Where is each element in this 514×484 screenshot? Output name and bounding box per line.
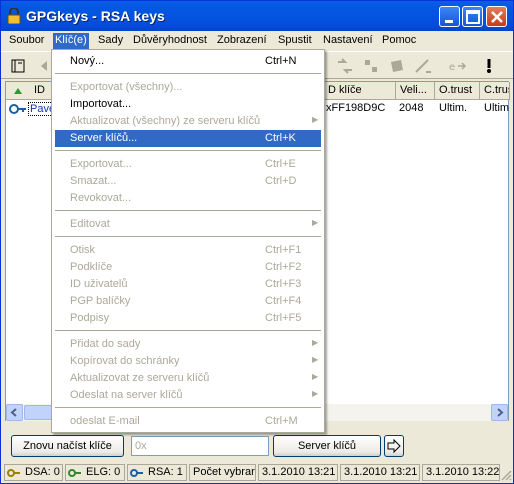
menu-item-send-email[interactable]: odeslat E-mail Ctrl+M <box>55 413 321 430</box>
submenu-arrow-icon: ▶ <box>312 338 319 347</box>
window-title: GPGkeys - RSA keys <box>26 8 165 24</box>
menu-separator <box>55 150 321 151</box>
keyserver-search-input[interactable]: 0x <box>131 436 269 456</box>
menu-item-revoke[interactable]: Revokovat... <box>55 190 321 207</box>
export-arrow-icon[interactable]: e <box>447 56 467 76</box>
menu-item-delete[interactable]: Smazat... Ctrl+D <box>55 173 321 190</box>
menu-item-subkeys[interactable]: Podklíče Ctrl+F2 <box>55 259 321 276</box>
menu-item-signatures[interactable]: Podpisy Ctrl+F5 <box>55 310 321 327</box>
key-properties-icon[interactable] <box>9 56 29 76</box>
go-button[interactable] <box>384 435 404 457</box>
minimize-icon <box>445 20 453 23</box>
submenu-arrow-icon: ▶ <box>312 372 319 381</box>
arrow-right-icon <box>387 438 401 454</box>
submenu-arrow-icon: ▶ <box>312 218 319 227</box>
edit-icon[interactable] <box>413 56 433 76</box>
reload-keys-button[interactable]: Znovu načíst klíče <box>11 435 124 457</box>
menu-item-send-to-server[interactable]: Odeslat na server klíčů ▶ <box>55 387 321 404</box>
menu-item-update-from-server[interactable]: Aktualizovat ze serveru klíčů ▶ <box>55 370 321 387</box>
column-header-size[interactable]: Veli... <box>396 82 435 100</box>
menu-item-pgp-packets[interactable]: PGP balíčky Ctrl+F4 <box>55 293 321 310</box>
arrow-right-icon <box>497 408 504 417</box>
menu-item-edit[interactable]: Editovat ▶ <box>55 216 321 233</box>
submenu-arrow-icon: ▶ <box>312 115 319 124</box>
key-icon <box>7 469 20 477</box>
menu-file[interactable]: Soubor <box>9 33 44 49</box>
column-header-owner-trust[interactable]: O.trust <box>435 82 480 100</box>
resize-grip-icon[interactable] <box>500 469 512 481</box>
close-icon <box>491 11 503 23</box>
sign-key-icon[interactable] <box>361 56 381 76</box>
menu-separator <box>55 236 321 237</box>
menu-item-export[interactable]: Exportovat... Ctrl+E <box>55 156 321 173</box>
column-header-id[interactable]: ID <box>6 82 52 100</box>
menu-item-export-all[interactable]: Exportovat (všechny)... <box>55 79 321 96</box>
svg-text:e: e <box>449 62 455 73</box>
arrow-left-icon <box>10 408 17 417</box>
key-card-icon[interactable] <box>387 56 407 76</box>
menu-bar: Soubor Klíč(e) Sady Důvěryhodnost Zobraz… <box>1 31 513 50</box>
menu-settings[interactable]: Nastavení <box>323 33 373 49</box>
lock-icon <box>7 8 21 24</box>
column-header-keyid[interactable]: D klíče <box>324 82 396 100</box>
maximize-button[interactable] <box>462 6 483 27</box>
keyserver-button[interactable]: Server klíčů <box>273 435 381 457</box>
menu-keys[interactable]: Klíč(e) <box>53 33 89 49</box>
row-size: 2048 <box>399 102 424 114</box>
refresh-keys-icon[interactable] <box>335 56 355 76</box>
row-key-id: xFF198D9C <box>326 102 386 114</box>
menu-item-copy-to-clipboard[interactable]: Kopírovat do schránky ▶ <box>55 353 321 370</box>
menu-item-update-all[interactable]: Aktualizovat (všechny) ze serveru klíčů … <box>55 113 321 130</box>
status-elg: ELG: 0 <box>65 464 125 481</box>
menu-separator <box>55 407 321 408</box>
status-rsa: RSA: 1 <box>127 464 187 481</box>
close-button[interactable] <box>486 6 507 27</box>
status-dsa: DSA: 0 <box>4 464 63 481</box>
menu-item-user-ids[interactable]: ID uživatelů Ctrl+F3 <box>55 276 321 293</box>
row-owner-trust: Ultim. <box>439 102 468 114</box>
keys-menu-dropdown: Nový... Ctrl+N Exportovat (všechny)... I… <box>51 49 325 433</box>
maximize-icon <box>466 10 480 24</box>
column-header-calc-trust[interactable]: C.trust <box>480 82 510 100</box>
scroll-left-button[interactable] <box>6 404 23 421</box>
scroll-thumb[interactable] <box>24 405 52 420</box>
status-selected-count: Počet vybrar <box>189 464 256 481</box>
menu-run[interactable]: Spustit <box>278 33 312 49</box>
menu-item-new[interactable]: Nový... Ctrl+N <box>55 53 321 70</box>
menu-trust[interactable]: Důvěryhodnost <box>133 33 207 49</box>
row-calc-trust: Ultim <box>484 102 510 114</box>
key-icon <box>68 469 81 477</box>
menu-view[interactable]: Zobrazení <box>217 33 267 49</box>
submenu-arrow-icon: ▶ <box>312 389 319 398</box>
menu-item-import[interactable]: Importovat... <box>55 96 321 113</box>
main-window: GPGkeys - RSA keys Soubor Klíč(e) Sady D… <box>0 0 514 484</box>
menu-sets[interactable]: Sady <box>98 33 123 49</box>
status-date-1: 3.1.2010 13:21 <box>258 464 338 481</box>
menu-item-add-to-set[interactable]: Přidat do sady ▶ <box>55 336 321 353</box>
title-bar[interactable]: GPGkeys - RSA keys <box>1 1 513 31</box>
status-date-3: 3.1.2010 13:22 <box>422 464 500 481</box>
menu-item-fingerprint[interactable]: Otisk Ctrl+F1 <box>55 242 321 259</box>
keypair-icon <box>9 104 26 114</box>
scroll-right-button[interactable] <box>491 404 508 421</box>
menu-item-keyserver[interactable]: Server klíčů... Ctrl+K <box>55 130 321 147</box>
key-icon <box>130 469 143 477</box>
submenu-arrow-icon: ▶ <box>312 355 319 364</box>
status-bar: DSA: 0 ELG: 0 RSA: 1 Počet vybrar 3.1.20… <box>1 462 513 483</box>
menu-separator <box>55 210 321 211</box>
key-import-icon[interactable] <box>479 56 499 76</box>
menu-help[interactable]: Pomoc <box>382 33 416 49</box>
sort-asc-icon <box>14 88 22 94</box>
menu-separator <box>55 73 321 74</box>
status-date-2: 3.1.2010 13:21 <box>340 464 420 481</box>
menu-separator <box>55 330 321 331</box>
minimize-button[interactable] <box>439 6 460 27</box>
